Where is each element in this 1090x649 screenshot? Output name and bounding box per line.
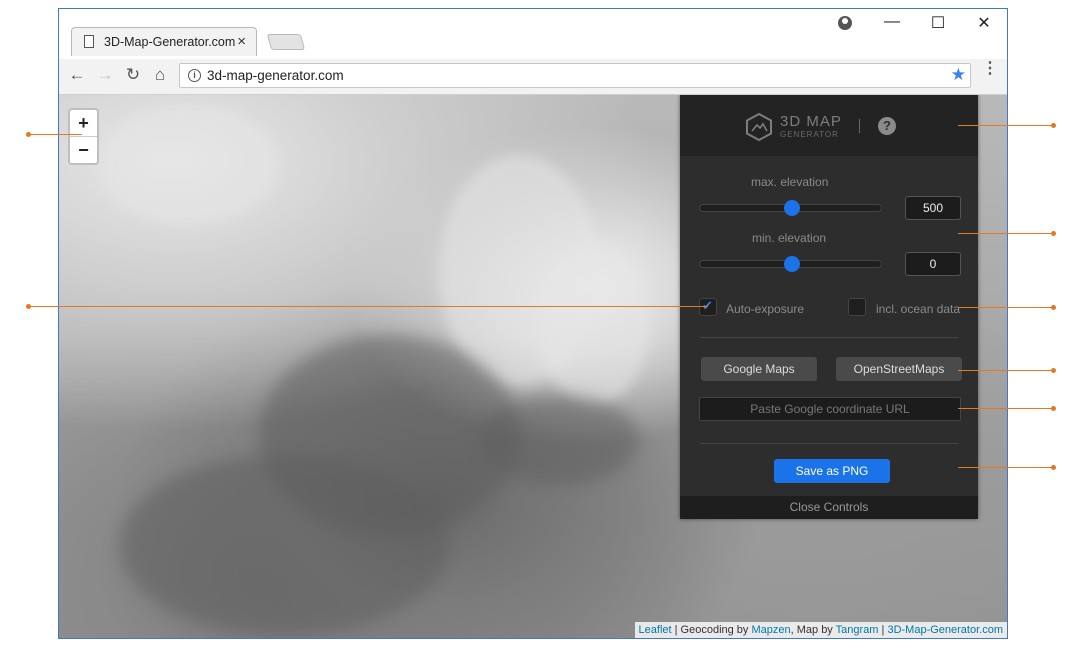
back-icon[interactable]: ← [66, 65, 88, 85]
heightmap-view[interactable]: + − 3D MAP GENERATOR ? max. elevation 50… [59, 95, 1007, 638]
reload-icon[interactable]: ↻ [122, 65, 144, 85]
divider [700, 443, 958, 444]
bookmark-star-icon[interactable]: ★ [951, 65, 966, 85]
header-divider [859, 119, 860, 133]
logo-title: 3D MAP [780, 113, 842, 130]
callout-line [958, 467, 1054, 468]
new-tab-button[interactable] [266, 34, 306, 50]
maximize-button[interactable]: ☐ [923, 13, 953, 33]
browser-tab[interactable]: 3D-Map-Generator.com × [71, 27, 257, 56]
callout-dot [1051, 305, 1056, 310]
callout-line [958, 125, 1054, 126]
close-controls-button[interactable]: Close Controls [680, 496, 978, 519]
page-icon [84, 35, 94, 48]
home-icon[interactable]: ⌂ [149, 65, 171, 85]
map-attribution: Leaflet | Geocoding by Mapzen, Map by Ta… [634, 622, 1007, 638]
tangram-link[interactable]: Tangram [836, 624, 879, 636]
browser-window: 3D-Map-Generator.com × — ☐ ✕ ← → ↻ ⌂ i 3… [58, 8, 1008, 639]
url-text[interactable]: 3d-map-generator.com [207, 68, 344, 83]
site-link[interactable]: 3D-Map-Generator.com [887, 624, 1003, 636]
min-elevation-input[interactable]: 0 [905, 252, 961, 276]
ocean-data-label: incl. ocean data [876, 302, 961, 316]
callout-line [28, 134, 82, 135]
tab-bar: 3D-Map-Generator.com × — ☐ ✕ [59, 9, 1007, 59]
leaflet-link[interactable]: Leaflet [639, 624, 672, 636]
logo-hex-icon [746, 112, 772, 142]
callout-line [958, 370, 1054, 371]
coordinate-url-input[interactable]: Paste Google coordinate URL [699, 397, 961, 421]
zoom-control: + − [68, 108, 99, 165]
callout-line [958, 307, 1054, 308]
callout-dot [1051, 123, 1056, 128]
max-elevation-slider[interactable] [699, 200, 882, 216]
max-elevation-thumb[interactable] [783, 200, 800, 216]
divider [700, 337, 958, 338]
tab-close-icon[interactable]: × [237, 33, 246, 50]
attribution-text: , Map by [790, 624, 836, 636]
auto-exposure-checkbox[interactable] [699, 298, 717, 316]
openstreetmaps-button[interactable]: OpenStreetMaps [836, 357, 962, 381]
panel-header: 3D MAP GENERATOR ? [680, 95, 978, 156]
callout-dot [1051, 231, 1056, 236]
zoom-in-button[interactable]: + [70, 110, 97, 137]
callout-dot [26, 132, 31, 137]
forward-icon[interactable]: → [94, 65, 116, 85]
mapzen-link[interactable]: Mapzen [751, 624, 790, 636]
help-icon[interactable]: ? [878, 117, 896, 135]
min-elevation-slider[interactable] [699, 256, 882, 272]
address-bar[interactable]: i 3d-map-generator.com ★ [179, 63, 971, 88]
zoom-out-button[interactable]: − [70, 137, 97, 163]
auto-exposure-label: Auto-exposure [726, 302, 805, 316]
tab-title: 3D-Map-Generator.com [104, 35, 236, 49]
logo-subtitle: GENERATOR [780, 130, 839, 139]
close-window-button[interactable]: ✕ [969, 13, 999, 33]
browser-toolbar: ← → ↻ ⌂ i 3d-map-generator.com ★ ⋮ [59, 59, 1007, 95]
attribution-text: | Geocoding by [671, 624, 752, 636]
callout-line [958, 408, 1054, 409]
callout-line [28, 306, 708, 307]
callout-dot [1051, 465, 1056, 470]
min-elevation-thumb[interactable] [783, 256, 800, 272]
callout-dot [26, 304, 31, 309]
minimize-button[interactable]: — [877, 13, 907, 31]
callout-dot [1051, 406, 1056, 411]
controls-panel: 3D MAP GENERATOR ? max. elevation 500 mi… [680, 95, 978, 519]
min-elevation-label: min. elevation [752, 231, 827, 245]
ocean-data-checkbox[interactable] [848, 298, 866, 316]
max-elevation-label: max. elevation [751, 175, 829, 189]
save-png-button[interactable]: Save as PNG [774, 459, 890, 483]
max-elevation-input[interactable]: 500 [905, 196, 961, 220]
google-maps-button[interactable]: Google Maps [701, 357, 817, 381]
info-icon[interactable]: i [188, 69, 201, 82]
menu-icon[interactable]: ⋮ [982, 61, 998, 77]
account-icon[interactable] [838, 16, 852, 30]
callout-dot [1051, 368, 1056, 373]
callout-line [958, 233, 1054, 234]
